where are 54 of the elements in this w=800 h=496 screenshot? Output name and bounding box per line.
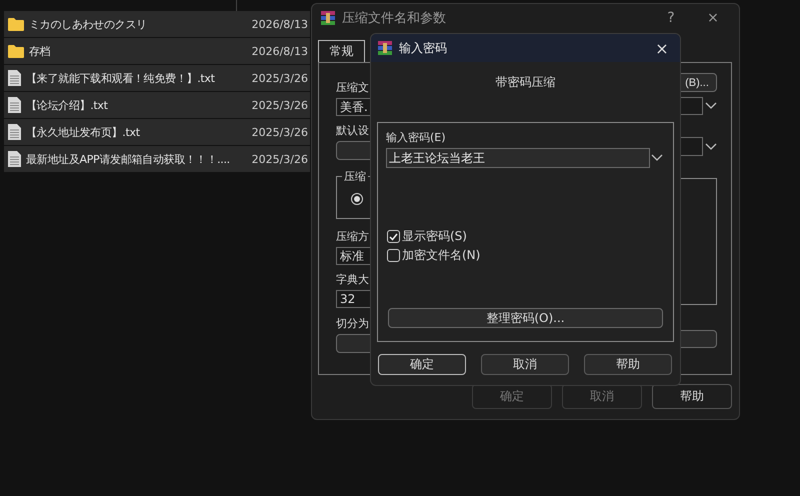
password-field[interactable]: 上老王论坛当老王 (386, 148, 650, 168)
checkbox[interactable] (387, 230, 400, 243)
dialog-button[interactable]: 确定 (378, 354, 466, 375)
field-label: 字典大 (336, 273, 369, 287)
field-label: 压缩文 (336, 81, 369, 95)
file-date: 2025/3/26 (252, 72, 308, 84)
file-date: 2025/3/26 (252, 152, 308, 166)
checkbox[interactable] (387, 249, 400, 262)
file-row[interactable]: 【论坛介绍】.txt 2025/3/26 (4, 92, 310, 118)
document-icon (8, 124, 21, 140)
file-date: 2025/3/26 (252, 98, 308, 112)
file-row[interactable]: 【永久地址发布页】.txt 2025/3/26 (4, 119, 310, 145)
checkbox-label: 加密文件名(N) (402, 247, 480, 264)
file-name: 存档 (29, 44, 52, 58)
field-label: 默认设 (336, 124, 369, 138)
dialog-button[interactable]: 帮助 (652, 384, 732, 409)
close-button[interactable]: × (695, 10, 731, 26)
help-button[interactable]: ? (653, 10, 689, 26)
tab[interactable]: 常规 (318, 40, 365, 62)
dialog-button[interactable]: 帮助 (584, 354, 672, 375)
document-icon (8, 70, 21, 86)
file-date: 2026/8/13 (252, 18, 308, 30)
group-label: 压缩 (342, 169, 368, 184)
chevron-down-icon[interactable] (651, 154, 663, 162)
checkbox-label: 显示密码(S) (402, 228, 467, 245)
organize-button[interactable]: 整理密码(O)... (388, 308, 663, 328)
document-icon (8, 151, 21, 167)
field-label: 压缩方 (336, 230, 369, 244)
close-button[interactable]: × (650, 38, 674, 58)
dialog-title: 输入密码 (399, 40, 448, 56)
dialog-button[interactable]: 取消 (481, 354, 569, 375)
chevron-down-icon[interactable] (705, 142, 717, 150)
chevron-down-icon[interactable] (705, 102, 717, 110)
file-name: ミカのしあわせのクスリ (29, 16, 148, 32)
file-date: 2026/8/13 (252, 44, 308, 58)
file-date: 2025/3/26 (252, 126, 308, 138)
radio-button[interactable] (351, 193, 363, 205)
file-name: 【来了就能下载和观看！纯免费！】.txt (26, 70, 216, 86)
file-name: 【永久地址发布页】.txt (26, 124, 141, 140)
password-label: 输入密码(E) (386, 131, 446, 145)
file-row[interactable]: 最新地址及APP请发邮箱自动获取！！！.... 2025/3/26 (4, 146, 310, 172)
file-row[interactable]: 存档 2026/8/13 (4, 38, 310, 64)
file-row[interactable]: ミカのしあわせのクスリ 2026/8/13 (4, 11, 310, 37)
file-name: 【论坛介绍】.txt (26, 98, 109, 112)
file-row[interactable]: 【来了就能下载和观看！纯免费！】.txt 2025/3/26 (4, 65, 310, 91)
window-title: 压缩文件名和参数 (342, 10, 447, 27)
folder-icon (8, 44, 24, 58)
document-icon (8, 97, 21, 113)
folder-icon (8, 17, 24, 31)
books-icon (320, 10, 336, 26)
file-name: 最新地址及APP请发邮箱自动获取！！！.... (26, 152, 231, 166)
dialog-heading: 带密码压缩 (494, 74, 556, 91)
field-label: 切分为 (336, 317, 369, 331)
books-icon (377, 40, 393, 56)
